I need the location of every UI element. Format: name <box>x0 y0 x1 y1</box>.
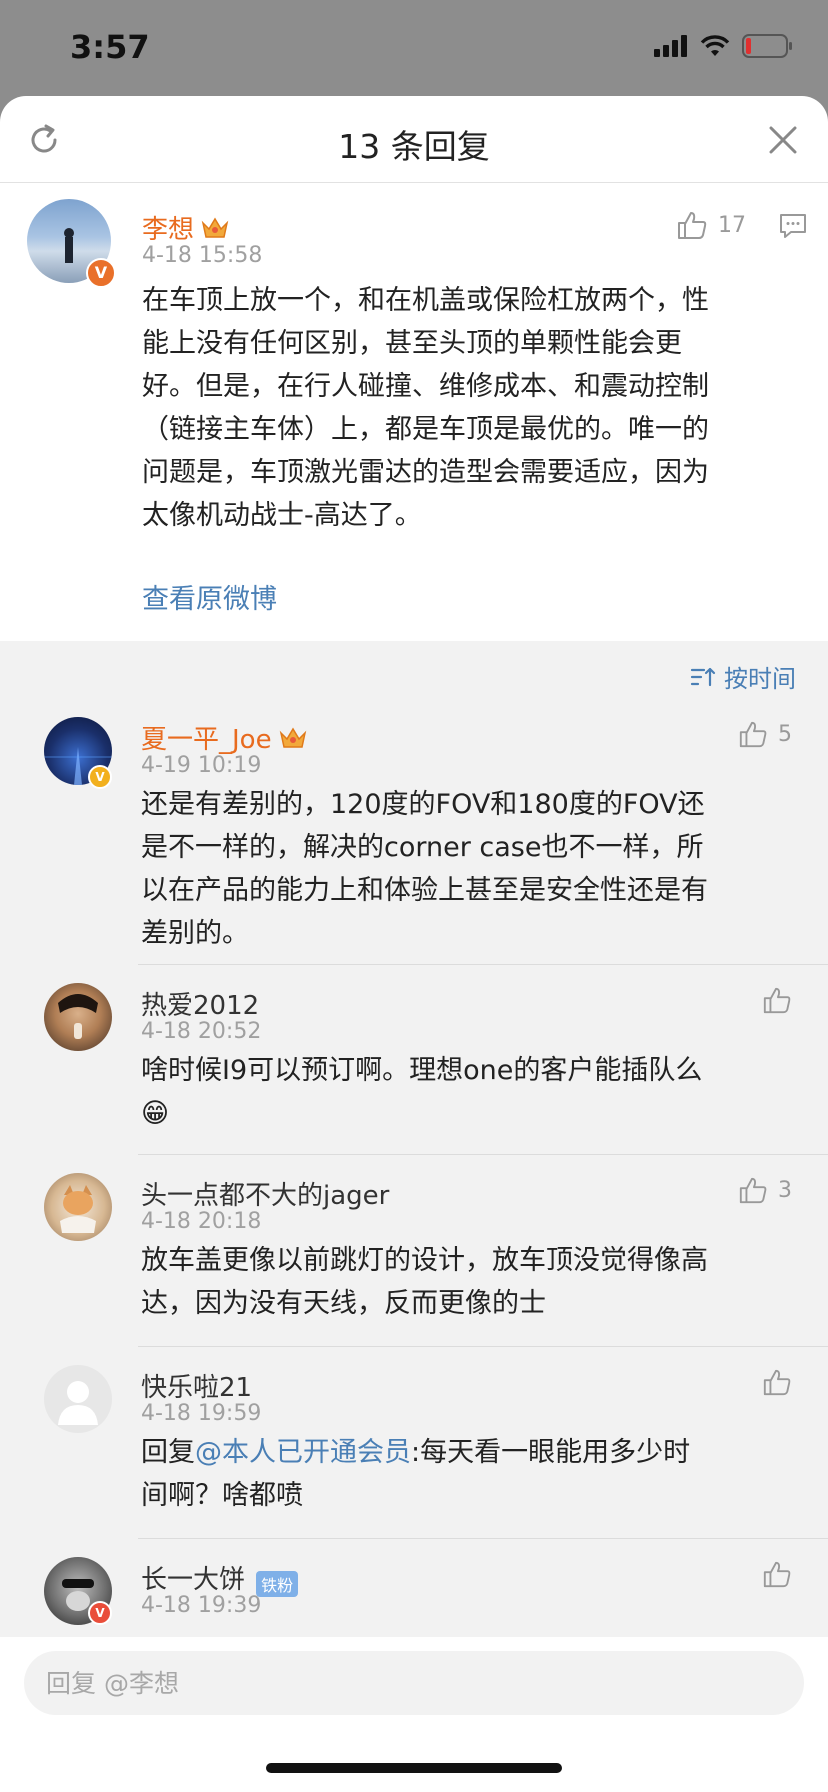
reply-author-row: 长一大饼 铁粉 <box>141 1559 299 1597</box>
verified-badge-icon: V <box>88 1601 112 1625</box>
status-bar: 3:57 <box>0 0 828 96</box>
avatar[interactable] <box>44 1173 112 1241</box>
thumbs-up-icon <box>763 987 791 1014</box>
text-line: （链接主车体）上，都是车顶是最优的。唯一的 <box>142 414 709 445</box>
text-line: 回复@本人已开通会员:每天看一眼能用多少时 <box>141 1431 811 1474</box>
username[interactable]: 头一点都不大的jager <box>141 1181 389 1211</box>
fan-badge: 铁粉 <box>256 1570 299 1597</box>
like-count: 3 <box>778 1177 792 1203</box>
replies-sheet: 13 条回复 V 李想 4-18 15:58 17 在车顶上放一个，和在机盖或保… <box>0 96 828 1792</box>
close-icon[interactable] <box>766 123 800 157</box>
view-original-link[interactable]: 查看原微博 <box>142 577 277 616</box>
sort-icon <box>690 667 716 686</box>
verified-badge-icon: V <box>86 258 116 288</box>
like-button[interactable]: 3 <box>738 1175 792 1205</box>
reply-prefix: 回复 <box>141 1437 195 1468</box>
username[interactable]: 长一大饼 <box>141 1565 245 1595</box>
sheet-header: 13 条回复 <box>0 96 828 183</box>
comment-text: 在车顶上放一个，和在机盖或保险杠放两个，性 能上没有任何区别，甚至头顶的单颗性能… <box>142 279 802 537</box>
sort-label: 按时间 <box>724 665 796 693</box>
reply-time: 4-18 19:59 <box>141 1401 262 1426</box>
reply-author-row: 头一点都不大的jager <box>141 1175 389 1212</box>
reply-author-row: 快乐啦21 <box>141 1367 252 1404</box>
text-line: 太像机动战士-高达了。 <box>142 500 422 531</box>
thumbs-up-icon <box>678 212 707 239</box>
battery-icon <box>742 34 792 58</box>
user-silhouette-icon <box>58 1381 98 1425</box>
vip-crown-icon <box>201 217 229 238</box>
comment-author-row: 李想 <box>142 209 230 246</box>
grinning-emoji-icon: 😁 <box>141 1098 170 1129</box>
like-button[interactable]: 17 <box>676 209 746 241</box>
comment-icon[interactable] <box>778 211 808 241</box>
default-avatar[interactable] <box>44 1365 112 1433</box>
text-line: 放车盖更像以前跳灯的设计，放车顶没觉得像高 <box>141 1245 708 1276</box>
text-line: 好。但是，在行人碰撞、维修成本、和震动控制 <box>142 371 709 402</box>
reply-text: 回复@本人已开通会员:每天看一眼能用多少时 间啊？啥都喷 <box>141 1431 811 1517</box>
mention-link[interactable]: @本人已开通会员 <box>195 1437 411 1468</box>
username[interactable]: 热爱2012 <box>141 991 259 1021</box>
like-button[interactable] <box>762 1367 792 1397</box>
text-line: 啥时候I9可以预订啊。理想one的客户能插队么 <box>141 1055 703 1086</box>
avatar[interactable] <box>44 983 112 1051</box>
thumbs-up-icon <box>763 1561 791 1588</box>
reply-text-segment: :每天看一眼能用多少时 <box>411 1437 691 1468</box>
username[interactable]: 李想 <box>142 209 194 246</box>
reply-text: 还是有差别的，120度的FOV和180度的FOV还 是不一样的，解决的corne… <box>141 783 811 955</box>
thumbs-up-icon <box>763 1369 791 1396</box>
comment-time: 4-18 15:58 <box>142 243 263 268</box>
original-comment: V 李想 4-18 15:58 17 在车顶上放一个，和在机盖或保险杠放两个，性… <box>0 183 828 639</box>
replies-list: 按时间 V 夏一平_Joe 4-19 10:19 5 还是有差别的，120度的F… <box>0 641 828 1733</box>
text-line: 在车顶上放一个，和在机盖或保险杠放两个，性 <box>142 285 709 316</box>
reply-time: 4-18 20:18 <box>141 1209 262 1234</box>
wifi-icon <box>700 35 730 56</box>
text-line: 问题是，车顶激光雷达的造型会需要适应，因为 <box>142 457 709 488</box>
sort-by-time-button[interactable]: 按时间 <box>690 659 796 694</box>
text-line: 间啊？啥都喷 <box>141 1480 303 1511</box>
status-icons <box>654 34 794 58</box>
status-time: 3:57 <box>70 28 150 66</box>
reply-author-row: 热爱2012 <box>141 985 259 1022</box>
reply-bar <box>0 1637 828 1792</box>
like-count: 17 <box>718 212 746 238</box>
verified-badge-icon: V <box>88 765 112 789</box>
like-count: 5 <box>778 721 792 747</box>
reply-input[interactable] <box>24 1651 804 1715</box>
avatar-cat-image <box>60 1185 96 1233</box>
avatar-portrait <box>58 994 98 1039</box>
reply-item: 热爱2012 4-18 20:52 啥时候I9可以预订啊。理想one的客户能插队… <box>0 965 828 1155</box>
text-line: 是不一样的，解决的corner case也不一样，所 <box>141 832 704 863</box>
username[interactable]: 快乐啦21 <box>141 1373 252 1403</box>
sheet-title: 13 条回复 <box>338 127 490 166</box>
reply-time: 4-19 10:19 <box>141 753 262 778</box>
thumbs-up-icon <box>739 1177 767 1204</box>
reply-time: 4-18 19:39 <box>141 1593 262 1618</box>
home-indicator <box>266 1763 562 1773</box>
text-line: 差别的。 <box>141 918 249 949</box>
reply-text: 啥时候I9可以预订啊。理想one的客户能插队么 😁 <box>141 1049 811 1135</box>
vip-crown-icon <box>279 727 306 748</box>
like-button[interactable] <box>762 1559 792 1589</box>
sort-row: 按时间 <box>0 641 828 703</box>
like-button[interactable] <box>762 985 792 1015</box>
username[interactable]: 夏一平_Joe <box>141 719 272 756</box>
reply-author-row: 夏一平_Joe <box>141 719 308 756</box>
reply-text: 放车盖更像以前跳灯的设计，放车顶没觉得像高 达，因为没有天线，反而更像的士 <box>141 1239 811 1325</box>
reply-item: V 夏一平_Joe 4-19 10:19 5 还是有差别的，120度的FOV和1… <box>0 703 828 965</box>
reply-item: 快乐啦21 4-18 19:59 回复@本人已开通会员:每天看一眼能用多少时 间… <box>0 1347 828 1539</box>
cellular-signal-icon <box>654 35 687 57</box>
reply-item: 头一点都不大的jager 4-18 20:18 3 放车盖更像以前跳灯的设计，放… <box>0 1155 828 1347</box>
text-line: 达，因为没有天线，反而更像的士 <box>141 1288 546 1319</box>
thumbs-up-icon <box>739 721 767 748</box>
reply-time: 4-18 20:52 <box>141 1019 262 1044</box>
like-button[interactable]: 5 <box>738 719 792 749</box>
text-line: 能上没有任何区别，甚至头顶的单颗性能会更 <box>142 328 682 359</box>
text-line: 还是有差别的，120度的FOV和180度的FOV还 <box>141 789 705 820</box>
text-line: 以在产品的能力上和体验上甚至是安全性还是有 <box>141 875 708 906</box>
